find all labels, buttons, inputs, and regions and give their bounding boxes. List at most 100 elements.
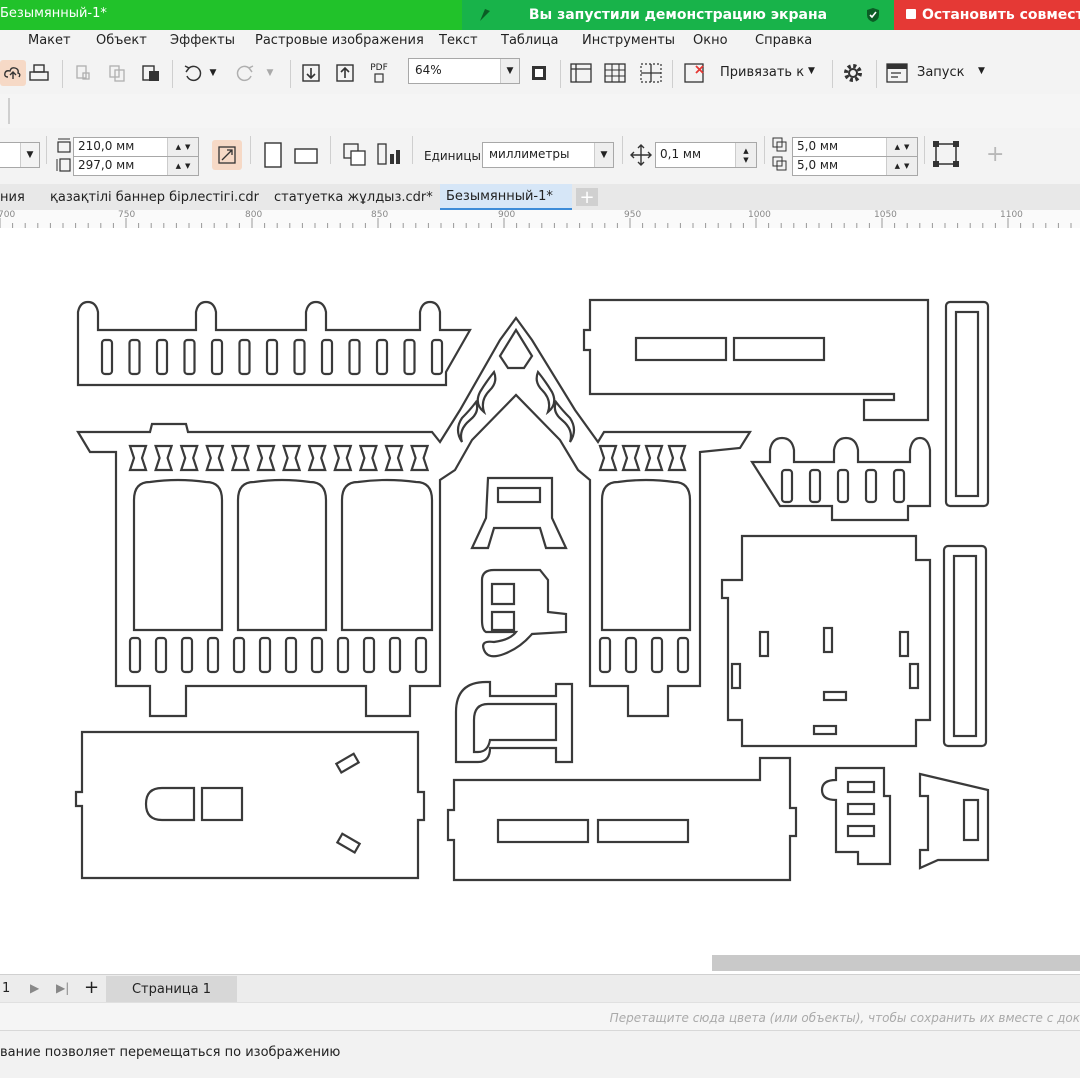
stop-share-button[interactable]: Остановить совместн: [894, 0, 1080, 30]
rail-piece-small[interactable]: [749, 436, 932, 522]
duplicate-distance-y-input[interactable]: 5,0 мм ▲ ▼: [792, 156, 918, 176]
lower-slot: [676, 636, 690, 674]
page-width-input[interactable]: 210,0 мм ▲ ▼: [73, 137, 199, 157]
vertical-strip-1[interactable]: [944, 300, 990, 508]
rail-piece-top[interactable]: [76, 300, 472, 387]
all-pages-layout-button[interactable]: [342, 142, 370, 172]
laser-cut-house-drawing[interactable]: [0, 228, 1080, 974]
menu-tools[interactable]: Инструменты: [582, 33, 675, 48]
duplicate-distance-x-input[interactable]: 5,0 мм ▲ ▼: [792, 137, 918, 157]
redo-dropdown[interactable]: ▼: [262, 60, 278, 86]
copy-button[interactable]: [104, 60, 130, 86]
upload-cloud-button[interactable]: [0, 60, 26, 86]
new-tab-button[interactable]: +: [576, 187, 598, 208]
chevron-down-icon[interactable]: ▼: [978, 66, 985, 76]
menu-effects[interactable]: Эффекты: [170, 33, 235, 48]
baluster-cutout: [621, 444, 641, 472]
launch-icon: [886, 63, 908, 83]
dup-y-stepper[interactable]: ▲ ▼: [886, 157, 917, 175]
width-stepper[interactable]: ▲ ▼: [167, 138, 198, 156]
options-button[interactable]: [840, 60, 866, 86]
rail-slot: [403, 338, 416, 376]
export-button[interactable]: [332, 60, 358, 86]
snap-to-label[interactable]: Привязать к: [720, 65, 804, 80]
treat-as-filled-button[interactable]: [932, 140, 960, 172]
tab-label: ния: [0, 189, 25, 205]
facade-piece[interactable]: [76, 316, 752, 718]
toolbar-separator: [62, 60, 63, 88]
import-button[interactable]: [298, 60, 324, 86]
paste-button[interactable]: [138, 60, 164, 86]
add-toolbar-icon[interactable]: +: [986, 142, 1004, 167]
show-rulers-button[interactable]: [568, 60, 594, 86]
nudge-icon: [630, 144, 652, 166]
tab-document-2[interactable]: қазақтілі баннер бірлестігі.cdr: [44, 184, 268, 210]
height-stepper[interactable]: ▲ ▼: [167, 157, 198, 175]
full-screen-preview-button[interactable]: [526, 60, 552, 86]
duplicate-y-value: 5,0 мм: [797, 158, 839, 172]
current-page-button[interactable]: [376, 142, 404, 172]
menu-text[interactable]: Текст: [439, 33, 478, 48]
show-guides-button[interactable]: [638, 60, 664, 86]
tab-document-active[interactable]: Безымянный-1*: [440, 184, 572, 210]
drawing-canvas[interactable]: [0, 228, 1080, 974]
lower-slot: [180, 636, 194, 674]
rulers-icon: [570, 63, 592, 83]
duplicate-y-icon: [772, 156, 787, 171]
launch-label[interactable]: Запуск: [917, 65, 965, 80]
zoom-level-select[interactable]: 64% ▼: [408, 58, 520, 84]
page-size-select[interactable]: ▼: [0, 142, 40, 168]
page-tab-1[interactable]: Страница 1: [106, 976, 237, 1002]
menu-layout[interactable]: Макет: [28, 33, 71, 48]
menu-help[interactable]: Справка: [755, 33, 812, 48]
ruler-ticks: [0, 218, 1072, 228]
undo-dropdown[interactable]: ▼: [205, 60, 221, 86]
ruler-label: 950: [624, 210, 642, 220]
show-grid-button[interactable]: [602, 60, 628, 86]
toolbar-grip[interactable]: [8, 98, 10, 124]
portrait-button[interactable]: [262, 142, 284, 172]
undo-button[interactable]: [180, 60, 206, 86]
launch-app-icon-button[interactable]: [884, 60, 910, 86]
page-width-value: 210,0 мм: [78, 139, 135, 153]
rail-slot: [808, 468, 822, 504]
landscape-button[interactable]: [294, 146, 320, 170]
base-panel-left[interactable]: [74, 730, 426, 880]
shield-icon: [866, 7, 880, 27]
baluster-cutout: [230, 444, 250, 472]
chevron-down-icon[interactable]: ▼: [808, 66, 815, 76]
floor-panel[interactable]: [720, 534, 932, 748]
add-page-icon[interactable]: +: [84, 977, 99, 998]
ruler-label: 700: [0, 210, 16, 220]
lower-slot: [598, 636, 612, 674]
ruler-label: 850: [371, 210, 389, 220]
cut-button[interactable]: [70, 60, 96, 86]
horizontal-scrollbar[interactable]: [712, 955, 1080, 971]
print-button[interactable]: [26, 60, 52, 86]
horizontal-ruler[interactable]: 700 750 800 850 900 950 1000 1050 1100: [0, 210, 1080, 229]
tab-document-3[interactable]: статуетка жұлдыз.cdr*: [268, 184, 440, 210]
menu-window[interactable]: Окно: [693, 33, 728, 48]
redo-button[interactable]: [232, 60, 258, 86]
dup-x-stepper[interactable]: ▲ ▼: [886, 138, 917, 156]
units-select[interactable]: миллиметры ▼: [482, 142, 614, 168]
paste-icon: [142, 65, 159, 81]
print-icon: [29, 64, 49, 81]
menu-table[interactable]: Таблица: [501, 33, 559, 48]
rail-slot: [293, 338, 306, 376]
document-palette[interactable]: Перетащите сюда цвета (или объекты), что…: [0, 1002, 1080, 1031]
nudge-stepper[interactable]: ▲ ▼: [735, 143, 756, 167]
menu-object[interactable]: Объект: [96, 33, 147, 48]
publish-pdf-button[interactable]: PDF: [366, 60, 392, 86]
last-page-icon[interactable]: ▶|: [56, 981, 69, 995]
page-height-input[interactable]: 297,0 мм ▲ ▼: [73, 156, 199, 176]
next-page-icon[interactable]: ▶: [30, 981, 39, 995]
vertical-strip-2[interactable]: [942, 544, 988, 748]
ruler-label: 1100: [1000, 210, 1023, 220]
tab-document-1[interactable]: ния: [0, 184, 44, 210]
chevron-down-icon: ▼: [500, 59, 519, 83]
menu-bitmaps[interactable]: Растровые изображения: [255, 33, 424, 48]
snap-off-button[interactable]: [682, 60, 708, 86]
nudge-distance-input[interactable]: 0,1 мм ▲ ▼: [655, 142, 757, 168]
all-pages-button[interactable]: [212, 140, 242, 170]
